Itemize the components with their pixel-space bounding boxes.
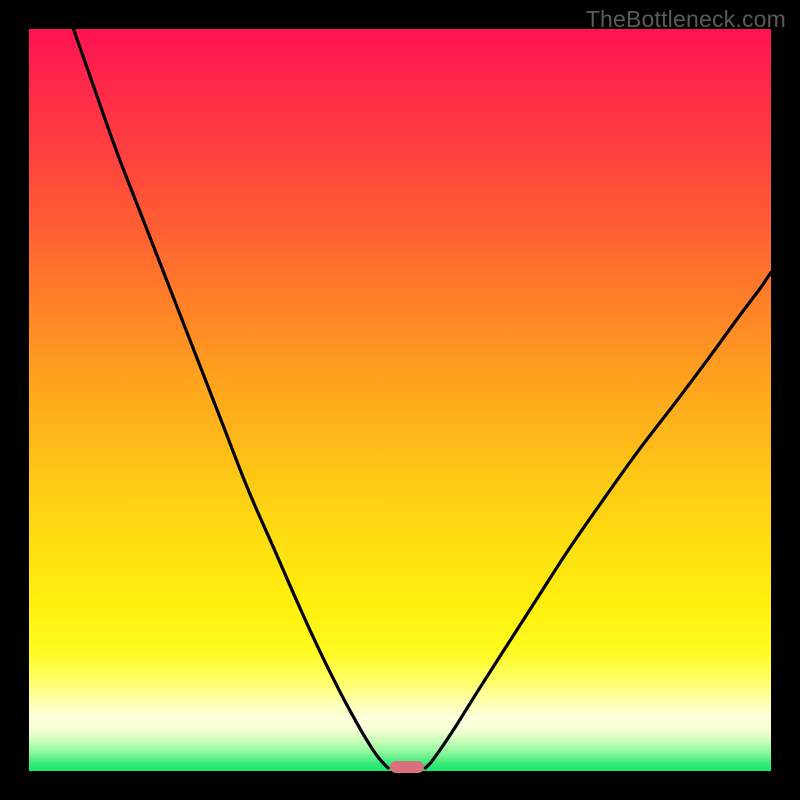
curve-right-branch <box>425 272 771 768</box>
chart-frame: TheBottleneck.com <box>0 0 800 800</box>
minimum-marker <box>390 761 424 773</box>
curve-left-branch <box>74 29 389 768</box>
plot-area <box>29 29 771 771</box>
curve-svg <box>29 29 771 771</box>
